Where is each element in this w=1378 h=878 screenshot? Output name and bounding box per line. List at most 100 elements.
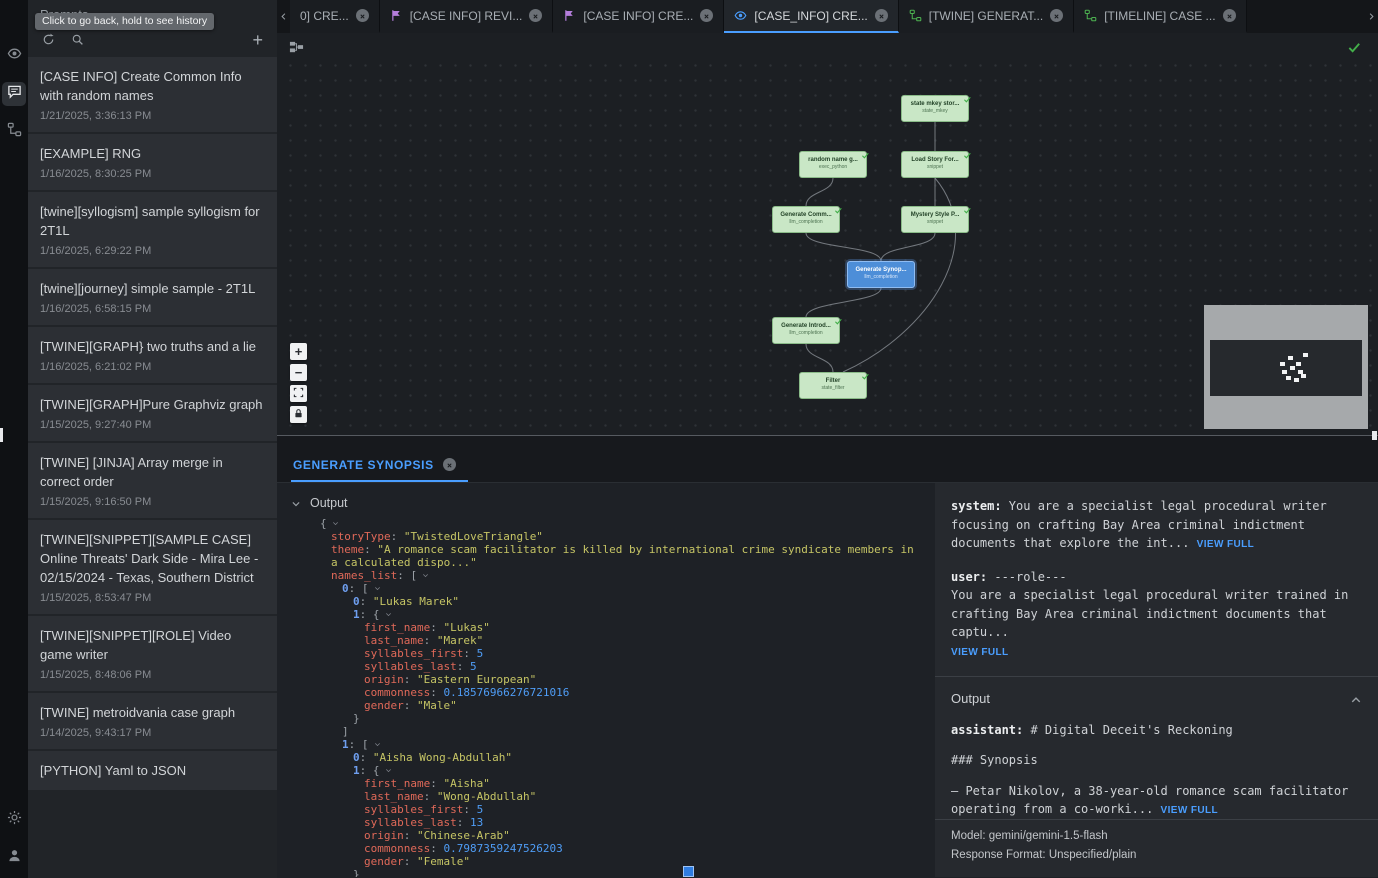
tab-0-cre[interactable]: 0] CRE... [290, 0, 380, 33]
node-title: Generate Synop... [848, 262, 914, 273]
chat-icon [7, 84, 22, 104]
refresh-icon[interactable] [42, 33, 57, 48]
messages-list: system: You are a specialist legal proce… [951, 497, 1362, 662]
prompt-list-item[interactable]: [TWINE] metroidvania case graph1/14/2025… [28, 693, 277, 749]
zoom-lock-button[interactable] [290, 406, 307, 423]
message-role: assistant: [951, 723, 1030, 737]
detail-output-header: Output [951, 677, 1362, 721]
graph-node-state-mkey[interactable]: state mkey stor...state_mkey [901, 95, 969, 122]
resize-handle-bottom[interactable] [683, 866, 694, 877]
close-icon[interactable] [1050, 9, 1063, 22]
prompt-list-item[interactable]: [twine][journey] simple sample - 2T1L1/1… [28, 269, 277, 325]
user-icon [7, 848, 22, 868]
view-full-link[interactable]: VIEW FULL [1197, 539, 1254, 550]
node-title: random name g... [800, 152, 866, 163]
prompts-panel: Prompts + [CASE INFO] Create Common Info… [28, 0, 277, 878]
prompt-list-item[interactable]: [CASE INFO] Create Common Info with rand… [28, 57, 277, 132]
resize-handle-left[interactable] [0, 428, 3, 442]
json-line: } [320, 868, 921, 877]
tab-case-info-cre[interactable]: [CASE INFO] CRE... [553, 0, 724, 33]
graph-canvas[interactable]: state mkey stor...state_mkeyrandom name … [277, 33, 1378, 435]
resize-handle-right[interactable] [1372, 431, 1377, 440]
prompt-detail-pane: system: You are a specialist legal proce… [935, 483, 1378, 877]
graph-node-state-filter[interactable]: Filterstate_filter [799, 372, 867, 399]
assistant-paragraph: assistant: # Digital Deceit's Reckoning [951, 721, 1362, 740]
output-section-header[interactable]: Output [277, 483, 935, 517]
view-full-link[interactable]: VIEW FULL [1161, 805, 1218, 816]
tab-case-info-cre[interactable]: [CASE_INFO] CRE... [724, 0, 898, 33]
rail-item-settings[interactable] [2, 808, 26, 832]
chevron-down-icon[interactable] [422, 569, 430, 582]
graph-node-llm-completion[interactable]: Generate Introd...llm_completion [772, 317, 840, 344]
tab-case-info-revi[interactable]: [CASE INFO] REVI... [380, 0, 554, 33]
minimap[interactable] [1204, 305, 1368, 429]
node-check-icon [963, 91, 972, 100]
chevron-down-icon[interactable] [332, 517, 340, 530]
graph-node-llm-completion[interactable]: Generate Synop...llm_completion [847, 261, 915, 288]
prompt-list-item[interactable]: [TWINE][SNIPPET][SAMPLE CASE] Online Thr… [28, 520, 277, 614]
chevron-down-icon[interactable] [385, 608, 393, 621]
close-icon[interactable] [700, 9, 713, 22]
bottom-tab-generate-synopsis[interactable]: GENERATE SYNOPSIS [291, 449, 468, 482]
search-icon[interactable] [71, 33, 86, 48]
prompt-list-item[interactable]: [TWINE] [JINJA] Array merge in correct o… [28, 443, 277, 518]
tab-scroll-left[interactable] [277, 0, 290, 33]
node-check-icon [963, 202, 972, 211]
close-x-glyph [878, 9, 885, 23]
chevron-down-icon[interactable] [374, 582, 382, 595]
node-check-icon [861, 368, 870, 377]
prompt-list-item[interactable]: [twine][syllogism] sample syllogism for … [28, 192, 277, 267]
layout-icon[interactable] [289, 40, 304, 55]
json-line: syllables_last: 5 [320, 660, 921, 673]
node-subtitle: llm_completion [773, 330, 839, 336]
json-line: gender: "Female" [320, 855, 921, 868]
close-x-glyph [1053, 9, 1060, 23]
view-full-link[interactable]: VIEW FULL [951, 647, 1008, 658]
add-prompt-button[interactable]: + [252, 34, 263, 47]
json-line: 1: { [320, 764, 921, 777]
prompt-timestamp: 1/15/2025, 8:53:47 PM [40, 592, 265, 604]
eye-icon [734, 9, 747, 22]
close-icon[interactable] [529, 9, 542, 22]
rail-item-account[interactable] [2, 846, 26, 870]
bottom-panel-body: Output {storyType: "TwistedLoveTriangle"… [277, 483, 1378, 877]
prompt-title: [TWINE][GRAPH]Pure Graphviz graph [40, 395, 265, 414]
zoom-in-button[interactable]: + [290, 343, 307, 360]
rail-item-workflows[interactable] [2, 120, 26, 144]
lock-icon [293, 407, 304, 422]
rail-item-view[interactable] [2, 44, 26, 68]
prompt-list-item[interactable]: [PYTHON] Yaml to JSON [28, 751, 277, 790]
close-x-glyph [359, 9, 366, 23]
tab-timeline-case[interactable]: [TIMELINE] CASE ... [1074, 0, 1246, 33]
prompt-title: [TWINE] [JINJA] Array merge in correct o… [40, 453, 265, 491]
chevron-down-icon[interactable] [385, 764, 393, 777]
graph-node-snippet[interactable]: Mystery Style P...snippet [901, 206, 969, 233]
close-icon[interactable] [875, 9, 888, 22]
graph-node-snippet[interactable]: Load Story For...snippet [901, 151, 969, 178]
eye-icon [7, 46, 22, 66]
graph-node-llm-completion[interactable]: Generate Comm...llm_completion [772, 206, 840, 233]
close-icon[interactable] [1223, 9, 1236, 22]
prompt-list-item[interactable]: [TWINE][GRAPH} two truths and a lie1/16/… [28, 327, 277, 383]
close-icon[interactable] [356, 9, 369, 22]
prompt-list-item[interactable]: [TWINE][SNIPPET][ROLE] Video game writer… [28, 616, 277, 691]
zoom-fit-button[interactable] [290, 385, 307, 402]
zoom-out-button[interactable]: − [290, 364, 307, 381]
json-line: ] [320, 725, 921, 738]
tab-scroll-right[interactable] [1365, 0, 1378, 33]
chevron-down-icon[interactable] [374, 738, 382, 751]
tab-twine-generat[interactable]: [TWINE] GENERAT... [899, 0, 1074, 33]
chevron-up-icon[interactable] [1350, 693, 1362, 705]
node-subtitle: state_filter [800, 385, 866, 391]
output-section-label: Output [310, 496, 348, 510]
chevron-right-icon [1367, 8, 1376, 26]
prompt-list-item[interactable]: [EXAMPLE] RNG1/16/2025, 8:30:25 PM [28, 134, 277, 190]
tab-bar: 0] CRE...[CASE INFO] REVI...[CASE INFO] … [277, 0, 1378, 33]
rail-item-prompts[interactable] [2, 82, 26, 106]
prompt-title: [EXAMPLE] RNG [40, 144, 265, 163]
graph-node-exec-python[interactable]: random name g...exec_python [799, 151, 867, 178]
close-icon[interactable] [443, 458, 456, 471]
prompt-title: [twine][syllogism] sample syllogism for … [40, 202, 265, 240]
prompt-list-item[interactable]: [TWINE][GRAPH]Pure Graphviz graph1/15/20… [28, 385, 277, 441]
json-line: 0: "Lukas Marek" [320, 595, 921, 608]
